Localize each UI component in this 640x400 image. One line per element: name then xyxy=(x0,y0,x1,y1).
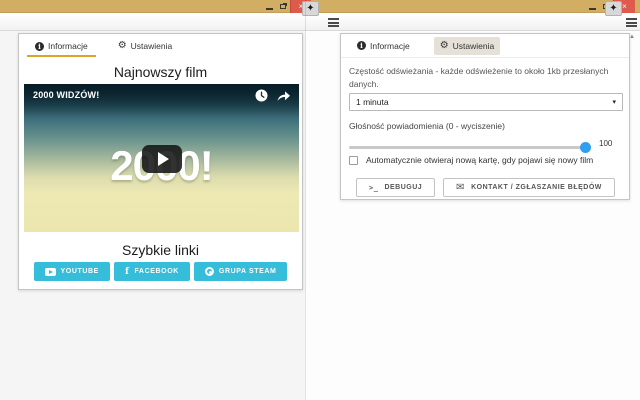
extension-icon: ✦ xyxy=(609,2,618,14)
gear-icon: ⚙ xyxy=(439,39,449,51)
refresh-interval-select[interactable]: 1 minuta ▾ xyxy=(349,93,623,111)
volume-label: Głośność powiadomienia (0 - wyciszenie) xyxy=(349,121,505,131)
button-label: FACEBOOK xyxy=(134,268,179,275)
select-value: 1 minuta xyxy=(356,97,389,107)
tab-ustawienia[interactable]: ⚙ Ustawienia xyxy=(433,36,501,55)
facebook-icon: f xyxy=(124,266,130,277)
extension-button[interactable]: ✦ xyxy=(605,1,622,16)
menu-button[interactable] xyxy=(328,18,339,27)
tab-bar: i Informacje ⚙ Ustawienia xyxy=(19,34,302,58)
video-embed[interactable]: 2000 WIDZÓW! 2000! xyxy=(24,84,299,232)
restore-button[interactable] xyxy=(276,0,290,13)
facebook-button[interactable]: f FACEBOOK xyxy=(113,262,190,281)
tab-label: Ustawienia xyxy=(130,41,173,51)
terminal-icon: >_ xyxy=(369,183,379,192)
autoopen-label: Automatycznie otwieraj nową kartę, gdy p… xyxy=(366,155,594,165)
tab-label: Ustawienia xyxy=(452,40,495,51)
window-seam xyxy=(305,0,306,400)
steam-icon xyxy=(204,267,214,276)
button-label: KONTAKT / ZGŁASZANIE BŁĘDÓW xyxy=(471,184,602,191)
slider-thumb[interactable] xyxy=(580,142,591,153)
minimize-button[interactable] xyxy=(585,0,599,13)
info-icon: i xyxy=(35,41,44,51)
autoopen-row: Automatycznie otwieraj nową kartę, gdy p… xyxy=(349,155,593,165)
menu-button[interactable] xyxy=(626,18,637,27)
button-label: DEBUGUJ xyxy=(384,184,423,191)
volume-slider[interactable] xyxy=(349,142,591,153)
chevron-down-icon: ▾ xyxy=(612,99,616,106)
play-icon xyxy=(157,152,169,166)
button-label: GRUPA STEAM xyxy=(218,268,277,275)
contact-button[interactable]: ✉ KONTAKT / ZGŁASZANIE BŁĘDÓW xyxy=(443,178,615,197)
share-icon[interactable] xyxy=(276,90,291,102)
autoopen-checkbox[interactable] xyxy=(349,155,358,165)
tab-informacje[interactable]: i Informacje xyxy=(351,37,416,55)
debug-button[interactable]: >_ DEBUGUJ xyxy=(356,178,436,197)
video-header-icons xyxy=(255,89,291,102)
screenshot-stage: × × ✦ ✦ ▲ i Informacje ⚙ Ustawienia Najn… xyxy=(0,0,640,400)
tab-ustawienia[interactable]: ⚙ Ustawienia xyxy=(112,37,179,55)
info-icon: i xyxy=(357,41,366,50)
latest-film-heading: Najnowszy film xyxy=(113,64,208,80)
settings-buttons-row: >_ DEBUGUJ ✉ KONTAKT / ZGŁASZANIE BŁĘDÓW xyxy=(356,178,615,197)
window-titlebar xyxy=(0,0,640,13)
minimize-icon xyxy=(588,7,596,10)
tab-label: Informacje xyxy=(370,40,410,51)
restore-icon xyxy=(280,4,286,9)
steam-group-button[interactable]: GRUPA STEAM xyxy=(193,262,288,281)
refresh-note-line1: Częstość odświeżania - każde odświeżenie… xyxy=(349,66,609,89)
browser-toolbar xyxy=(0,14,640,31)
video-title: 2000 WIDZÓW! xyxy=(33,90,100,100)
extension-icon: ✦ xyxy=(306,2,315,14)
minimize-icon xyxy=(265,7,273,10)
tab-informacje[interactable]: i Informacje xyxy=(27,37,96,57)
watch-later-icon[interactable] xyxy=(255,89,268,102)
youtube-button[interactable]: YOUTUBE xyxy=(33,262,110,281)
quick-links-row: YOUTUBE f FACEBOOK GRUPA STEAM xyxy=(19,262,302,281)
gear-icon: ⚙ xyxy=(117,40,127,51)
close-icon: × xyxy=(622,2,627,11)
extension-popup-informacje: i Informacje ⚙ Ustawienia Najnowszy film… xyxy=(18,33,303,290)
tab-label: Informacje xyxy=(48,41,88,51)
tab-bar: i Informacje ⚙ Ustawienia xyxy=(341,34,629,58)
volume-value: 100 xyxy=(599,139,613,148)
quick-links-heading: Szybkie linki xyxy=(121,242,200,258)
play-button[interactable] xyxy=(141,145,182,173)
button-label: YOUTUBE xyxy=(60,268,99,275)
slider-track xyxy=(349,146,589,149)
minimize-button[interactable] xyxy=(262,0,276,13)
envelope-icon: ✉ xyxy=(456,181,466,193)
youtube-icon xyxy=(44,267,56,276)
extension-popup-ustawienia: i Informacje ⚙ Ustawienia Częstość odświ… xyxy=(340,33,630,200)
